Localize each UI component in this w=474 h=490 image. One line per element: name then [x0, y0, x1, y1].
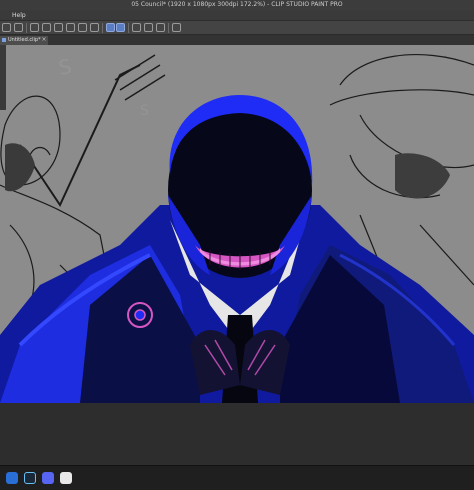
fill-icon[interactable] [78, 23, 87, 32]
divider [168, 23, 169, 33]
canvas-area[interactable]: S S [0, 45, 474, 465]
open-icon[interactable] [14, 23, 23, 32]
redo-icon[interactable] [54, 23, 63, 32]
divider [26, 23, 27, 33]
ruler-icon[interactable] [132, 23, 141, 32]
title-bar: 05 Council* (1920 x 1080px 300dpi 172.2%… [0, 0, 474, 10]
windows-icon[interactable] [6, 472, 18, 484]
window-title: 05 Council* (1920 x 1080px 300dpi 172.2%… [131, 1, 343, 8]
clear-icon[interactable] [66, 23, 75, 32]
device-icon[interactable] [172, 23, 181, 32]
divider [102, 23, 103, 33]
svg-text:S: S [140, 103, 149, 119]
menu-item-help[interactable]: Help [12, 10, 26, 21]
taskbar [0, 465, 474, 490]
menu-bar: Help [0, 10, 474, 21]
undo-icon[interactable] [42, 23, 51, 32]
command-bar [0, 21, 474, 35]
tab-bar: Untitled.clip* [0, 35, 474, 45]
document-icon [2, 38, 6, 42]
layer-icon[interactable] [156, 23, 165, 32]
save-icon[interactable] [30, 23, 39, 32]
workspace-background [0, 403, 474, 465]
transform-icon[interactable] [144, 23, 153, 32]
left-panel-edge [0, 45, 6, 110]
new-canvas-icon[interactable] [2, 23, 11, 32]
tab-close-button[interactable]: × [40, 35, 48, 45]
drawing-canvas[interactable]: S S [0, 45, 474, 465]
divider [128, 23, 129, 33]
snap-icon[interactable] [116, 23, 125, 32]
discord-icon[interactable] [42, 472, 54, 484]
brush-icon[interactable] [106, 23, 115, 32]
steam-icon[interactable] [24, 472, 36, 484]
clip-studio-icon[interactable] [60, 472, 72, 484]
cut-icon[interactable] [90, 23, 99, 32]
